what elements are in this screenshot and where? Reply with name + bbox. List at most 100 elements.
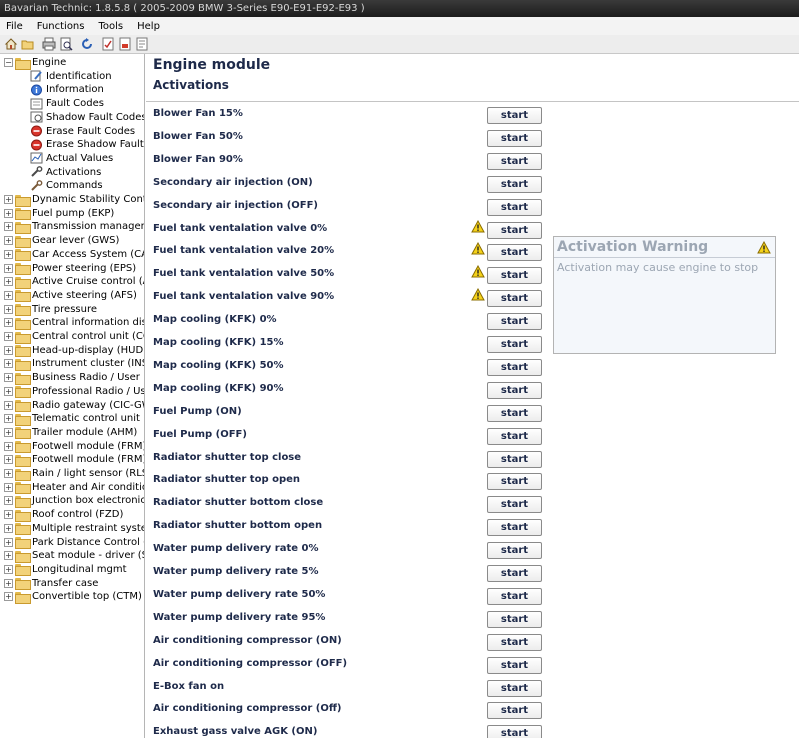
expand-toggle[interactable]: + bbox=[4, 263, 13, 273]
start-button[interactable]: start bbox=[487, 404, 542, 422]
expand-toggle[interactable]: + bbox=[4, 592, 13, 602]
tree-item[interactable]: Fault Codes bbox=[30, 97, 104, 110]
expand-toggle[interactable]: + bbox=[4, 414, 13, 424]
expand-toggle[interactable]: + bbox=[4, 441, 13, 451]
tree-item[interactable]: + Transmission manageme bbox=[4, 220, 144, 234]
start-button[interactable]: start bbox=[487, 633, 542, 651]
tree-item[interactable]: + Junction box electronics bbox=[4, 494, 144, 508]
expand-toggle[interactable]: + bbox=[4, 359, 13, 369]
expand-toggle[interactable]: + bbox=[4, 304, 13, 314]
expand-toggle[interactable]: + bbox=[4, 400, 13, 410]
start-button[interactable]: start bbox=[487, 107, 542, 124]
tree-item[interactable]: + Heater and Air condition bbox=[4, 481, 144, 495]
tree-item[interactable]: + Radio gateway (CIC-GW bbox=[4, 399, 144, 412]
start-button[interactable]: start bbox=[487, 473, 542, 491]
expand-toggle[interactable]: + bbox=[4, 564, 13, 574]
start-button[interactable]: start bbox=[487, 656, 542, 674]
start-button[interactable]: start bbox=[487, 313, 542, 331]
expand-toggle[interactable]: + bbox=[4, 386, 13, 396]
tree-item[interactable]: + Seat module - driver (SM bbox=[4, 549, 144, 563]
tree-item[interactable]: + Central information displ bbox=[4, 316, 144, 330]
tree-item[interactable]: + Central control unit (CON bbox=[4, 330, 144, 344]
expand-toggle[interactable]: + bbox=[4, 496, 13, 506]
expand-toggle[interactable]: + bbox=[4, 208, 13, 218]
tree-item[interactable]: Erase Shadow Fault bbox=[30, 138, 144, 151]
start-button[interactable]: start bbox=[487, 496, 542, 514]
expand-toggle[interactable]: + bbox=[4, 578, 13, 588]
start-button[interactable]: start bbox=[487, 267, 542, 285]
open-folder-icon[interactable] bbox=[21, 37, 35, 51]
tree-item[interactable]: + Instrument cluster (INST bbox=[4, 357, 144, 371]
start-button[interactable]: start bbox=[487, 290, 542, 308]
tree-item[interactable]: + Multiple restraint system bbox=[4, 522, 144, 536]
start-button[interactable]: start bbox=[487, 152, 542, 170]
expand-toggle[interactable]: + bbox=[4, 345, 13, 355]
expand-toggle[interactable]: + bbox=[4, 510, 13, 520]
tree-item[interactable]: + Roof control (FZD) bbox=[4, 508, 123, 522]
start-button[interactable]: start bbox=[487, 244, 542, 262]
home-icon[interactable] bbox=[4, 37, 18, 51]
start-button[interactable]: start bbox=[487, 565, 542, 582]
expand-toggle[interactable]: + bbox=[4, 249, 13, 259]
tree-item[interactable]: Information bbox=[30, 83, 104, 96]
start-button[interactable]: start bbox=[487, 358, 542, 376]
tree-item[interactable]: + Business Radio / User in bbox=[4, 371, 144, 385]
start-button[interactable]: start bbox=[487, 198, 542, 216]
tree-item[interactable]: + Longitudinal mgmt bbox=[4, 563, 127, 577]
expand-toggle[interactable]: + bbox=[4, 469, 13, 478]
menu-tools[interactable]: Tools bbox=[98, 21, 123, 32]
start-button[interactable]: start bbox=[487, 175, 542, 193]
menu-file[interactable]: File bbox=[6, 21, 23, 32]
expand-toggle[interactable]: + bbox=[4, 551, 13, 561]
start-button[interactable]: start bbox=[487, 542, 542, 560]
tree-item[interactable]: Activations bbox=[30, 166, 101, 179]
expand-toggle[interactable]: + bbox=[4, 277, 13, 287]
tree-item[interactable]: + Transfer case bbox=[4, 577, 98, 591]
expand-toggle[interactable]: + bbox=[4, 482, 13, 492]
tree-item[interactable]: + Rain / light sensor (RLS bbox=[4, 467, 144, 481]
start-button[interactable]: start bbox=[487, 519, 542, 537]
start-button[interactable]: start bbox=[487, 450, 542, 468]
print-icon[interactable] bbox=[42, 37, 56, 51]
start-button[interactable]: start bbox=[487, 221, 542, 239]
start-button[interactable]: start bbox=[487, 702, 542, 720]
start-button[interactable]: start bbox=[487, 725, 542, 738]
start-button[interactable]: start bbox=[487, 427, 542, 445]
expand-toggle[interactable]: + bbox=[4, 427, 13, 437]
tree-item[interactable]: Actual Values bbox=[30, 152, 113, 165]
expand-toggle[interactable]: + bbox=[4, 236, 13, 246]
collapse-toggle[interactable]: − bbox=[4, 58, 13, 67]
expand-toggle[interactable]: + bbox=[4, 318, 13, 328]
start-button[interactable]: start bbox=[487, 336, 542, 353]
tree-item[interactable]: + Tire pressure bbox=[4, 303, 97, 317]
print-preview-icon[interactable] bbox=[59, 37, 73, 51]
tree-item-engine[interactable]: − Engine bbox=[4, 56, 66, 70]
expand-toggle[interactable]: + bbox=[4, 373, 13, 383]
tree-item[interactable]: + Telematic control unit (T bbox=[4, 412, 144, 426]
expand-toggle[interactable]: + bbox=[4, 523, 13, 533]
tree-item[interactable]: + Active Cruise control (AC bbox=[4, 275, 144, 289]
start-button[interactable]: start bbox=[487, 679, 542, 697]
start-button[interactable]: start bbox=[487, 129, 542, 147]
tree-item[interactable]: Erase Fault Codes bbox=[30, 125, 135, 138]
tree-item[interactable]: Shadow Fault Codes bbox=[30, 111, 144, 124]
start-button[interactable]: start bbox=[487, 587, 542, 605]
tree-item[interactable]: + Professional Radio / Use bbox=[4, 385, 144, 399]
tree-item[interactable]: Commands bbox=[30, 179, 103, 192]
tree-item[interactable]: + Car Access System (CA bbox=[4, 248, 144, 262]
expand-toggle[interactable]: + bbox=[4, 332, 13, 341]
expand-toggle[interactable]: + bbox=[4, 195, 13, 204]
start-button[interactable]: start bbox=[487, 381, 542, 399]
report-icon[interactable] bbox=[101, 37, 115, 51]
tree-item[interactable]: + Convertible top (CTM) bbox=[4, 590, 142, 604]
tree-item[interactable]: + Head-up-display (HUD) bbox=[4, 344, 144, 358]
tree-item[interactable]: + Active steering (AFS) bbox=[4, 289, 137, 303]
menu-functions[interactable]: Functions bbox=[37, 21, 85, 32]
export-icon[interactable] bbox=[135, 37, 149, 51]
start-button[interactable]: start bbox=[487, 610, 542, 628]
tree-item[interactable]: + Park Distance Control (P bbox=[4, 536, 144, 549]
expand-toggle[interactable]: + bbox=[4, 537, 13, 547]
tree-item[interactable]: + Fuel pump (EKP) bbox=[4, 207, 114, 221]
expand-toggle[interactable]: + bbox=[4, 455, 13, 465]
tree-item[interactable]: + Trailer module (AHM) bbox=[4, 426, 137, 440]
